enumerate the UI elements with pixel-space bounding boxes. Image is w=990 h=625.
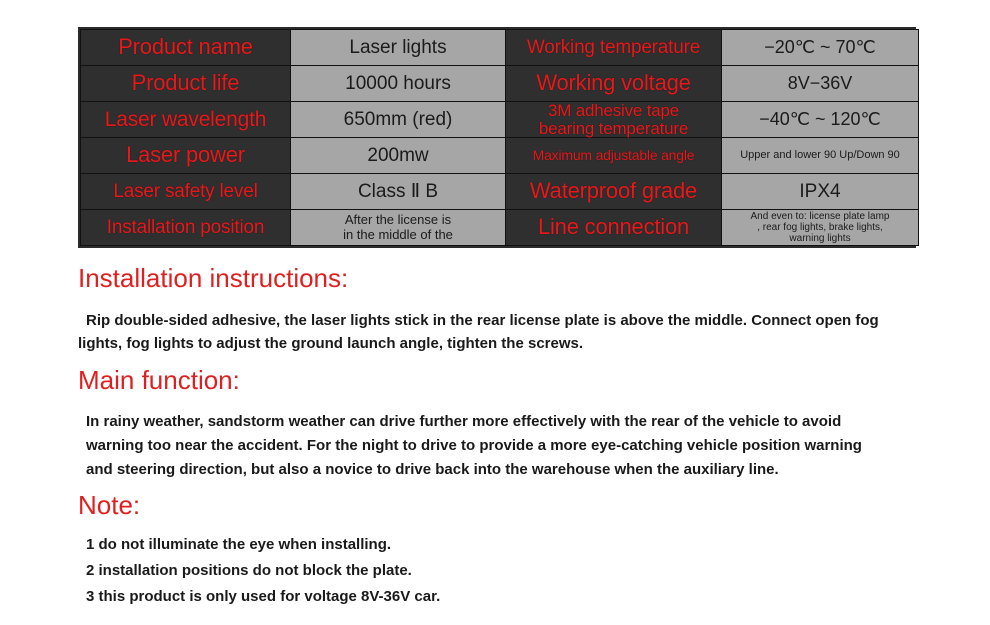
- table-row: Installation position After the license …: [80, 209, 919, 246]
- spec-value-working-temperature: −20℃ ~ 70℃: [721, 29, 919, 66]
- spec-label-laser-power: Laser power: [80, 137, 291, 174]
- spec-value-laser-wavelength: 650mm (red): [290, 101, 506, 138]
- spec-label-text: Waterproof grade: [529, 178, 698, 204]
- spec-value-text-line1: After the license is: [344, 211, 452, 227]
- spec-label-product-life: Product life: [80, 65, 291, 102]
- spec-value-text: Upper and lower 90 Up/Down 90: [740, 149, 900, 162]
- note-item: 3 this product is only used for voltage …: [86, 587, 441, 605]
- spec-value-text: 10000 hours: [345, 72, 451, 94]
- installation-instructions-line2: lights, fog lights to adjust the ground …: [78, 335, 584, 353]
- spec-label-laser-safety-level: Laser safety level: [80, 173, 291, 210]
- spec-label-3m-adhesive-tape-bearing-temperature: 3M adhesive tape bearing temperature: [505, 101, 722, 138]
- spec-label-product-name: Product name: [80, 29, 291, 66]
- spec-value-text: 650mm (red): [343, 108, 453, 130]
- spec-value-product-life: 10000 hours: [290, 65, 506, 102]
- spec-value-text: Class Ⅱ B: [357, 180, 439, 202]
- note-item: 2 installation positions do not block th…: [86, 561, 412, 579]
- spec-value-working-voltage: 8V−36V: [721, 65, 919, 102]
- spec-label-text: Line connection: [537, 214, 690, 240]
- spec-label-text: Laser power: [126, 142, 245, 168]
- spec-label-text: Laser safety level: [113, 180, 258, 202]
- spec-value-3m-adhesive-tape-bearing-temperature: −40℃ ~ 120℃: [721, 101, 919, 138]
- spec-label-text-line2: bearing temperature: [538, 118, 689, 138]
- spec-label-laser-wavelength: Laser wavelength: [80, 101, 291, 138]
- spec-label-text: Working temperature: [526, 36, 701, 58]
- note-item: 1 do not illuminate the eye when install…: [86, 535, 392, 553]
- spec-label-installation-position: Installation position: [80, 209, 291, 246]
- spec-label-text: Laser wavelength: [104, 107, 267, 131]
- spec-value-text: IPX4: [799, 180, 841, 202]
- spec-label-text: Maximum adjustable angle: [532, 147, 695, 164]
- spec-value-text-line2: in the middle of the: [343, 226, 453, 242]
- table-row: Laser safety level Class Ⅱ B Waterproof …: [80, 173, 919, 210]
- spec-value-text-line3: warning lights: [789, 233, 851, 245]
- spec-value-text: −20℃ ~ 70℃: [764, 37, 876, 58]
- table-row: Product life 10000 hours Working voltage…: [80, 65, 919, 102]
- spec-value-text: 8V−36V: [787, 73, 853, 94]
- spec-label-waterproof-grade: Waterproof grade: [505, 173, 722, 210]
- main-function-line1: In rainy weather, sandstorm weather can …: [86, 413, 842, 431]
- main-function-line2: warning too near the accident. For the n…: [86, 437, 862, 455]
- spec-label-text: Product name: [118, 34, 253, 60]
- spec-value-installation-position: After the license is in the middle of th…: [290, 209, 506, 246]
- spec-label-text-line1: 3M adhesive tape: [548, 101, 679, 121]
- spec-value-maximum-adjustable-angle: Upper and lower 90 Up/Down 90: [721, 137, 919, 174]
- table-row: Laser wavelength 650mm (red) 3M adhesive…: [80, 101, 919, 138]
- spec-label-text: Product life: [131, 70, 240, 96]
- spec-value-text-line2: , rear fog lights, brake lights,: [757, 221, 883, 233]
- main-function-line3: and steering direction, but also a novic…: [86, 460, 779, 478]
- spec-value-text: 200mw: [367, 144, 429, 166]
- main-function-heading: Main function:: [78, 364, 240, 395]
- note-heading: Note:: [78, 490, 141, 521]
- spec-label-line-connection: Line connection: [505, 209, 722, 246]
- spec-label-text: Installation position: [106, 216, 265, 238]
- spec-value-waterproof-grade: IPX4: [721, 173, 919, 210]
- spec-value-product-name: Laser lights: [290, 29, 506, 66]
- instructions-content: Installation instructions: Rip double-si…: [78, 262, 918, 609]
- spec-value-line-connection: And even to: license plate lamp , rear f…: [721, 209, 919, 246]
- spec-label-working-voltage: Working voltage: [505, 65, 722, 102]
- spec-value-text-line1: And even to: license plate lamp: [750, 210, 890, 222]
- spec-label-maximum-adjustable-angle: Maximum adjustable angle: [505, 137, 722, 174]
- table-row: Laser power 200mw Maximum adjustable ang…: [80, 137, 919, 174]
- installation-instructions-heading: Installation instructions:: [78, 263, 349, 293]
- spec-value-laser-power: 200mw: [290, 137, 506, 174]
- spec-value-laser-safety-level: Class Ⅱ B: [290, 173, 506, 210]
- spec-value-text: Laser lights: [349, 36, 447, 58]
- spec-table: Product name Laser lights Working temper…: [78, 27, 919, 248]
- table-row: Product name Laser lights Working temper…: [80, 29, 919, 66]
- installation-instructions-line1: Rip double-sided adhesive, the laser lig…: [86, 311, 879, 329]
- spec-label-working-temperature: Working temperature: [505, 29, 722, 66]
- spec-value-text: −40℃ ~ 120℃: [759, 109, 881, 130]
- spec-label-text: Working voltage: [536, 70, 691, 96]
